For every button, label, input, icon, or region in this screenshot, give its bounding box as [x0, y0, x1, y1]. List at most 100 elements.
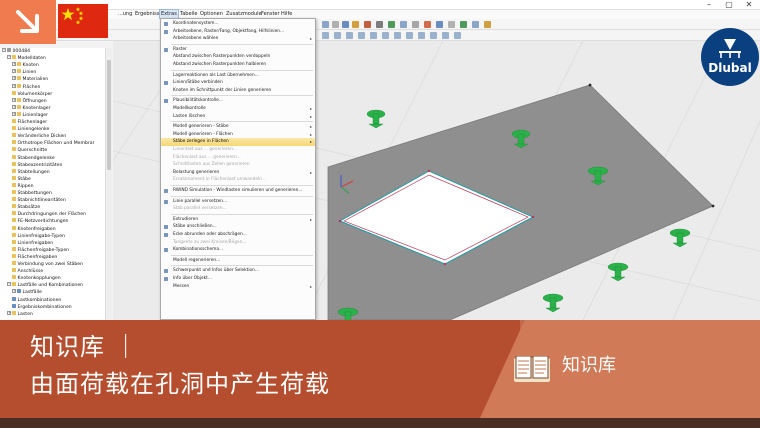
collapse-icon[interactable]: −: [2, 48, 6, 52]
navigator-tree-item[interactable]: − 000484: [2, 48, 30, 55]
minimize-icon[interactable]: –: [700, 0, 718, 10]
toolbar-support-icon[interactable]: [388, 21, 395, 28]
navigator-tree-item[interactable]: Stabsätze: [12, 204, 40, 211]
toolbar-member-icon[interactable]: [376, 21, 383, 28]
navigator-tree-item[interactable]: Verbindung von zwei Stäben: [12, 261, 83, 268]
toolbar-solid-icon[interactable]: [358, 32, 365, 39]
navigator-tree-item[interactable]: Orthotrope Flächen und Membrar: [12, 140, 94, 147]
toolbar-undo-icon[interactable]: [442, 32, 449, 39]
expand-icon[interactable]: +: [12, 104, 16, 109]
toolbar-mirror-icon[interactable]: [406, 32, 413, 39]
menu-item[interactable]: Messen ▸: [161, 283, 315, 291]
expand-icon[interactable]: +: [7, 310, 11, 315]
menu-item[interactable]: Abstand zwischen Rasterpunkten halbieren: [161, 61, 315, 69]
toolbar-view-icon[interactable]: [322, 21, 329, 28]
support-icon[interactable]: [607, 262, 629, 282]
toolbar-copy-icon[interactable]: [382, 32, 389, 39]
toolbar-render-icon[interactable]: [424, 21, 431, 28]
menu-ergebnisse[interactable]: Ergebnisse: [135, 10, 162, 19]
expand-icon[interactable]: +: [12, 76, 16, 81]
menu-item[interactable]: RWIND Simulation - Windlasten simulieren…: [161, 187, 315, 195]
navigator-tree-item[interactable]: Volumenkörper: [12, 90, 52, 98]
navigator-tree-item[interactable]: + Linienlager: [12, 111, 48, 119]
toolbar-filter-icon[interactable]: [436, 21, 443, 28]
navigator-tree-item[interactable]: − Modelldaten: [7, 55, 46, 62]
navigator-tree-item[interactable]: Veränderliche Dicken: [12, 133, 66, 140]
slab-node[interactable]: [338, 219, 342, 223]
expand-icon[interactable]: +: [12, 69, 16, 74]
slab-node[interactable]: [588, 83, 592, 87]
menu-item[interactable]: Arbeitsebene wählen ▸: [161, 35, 315, 43]
menu-item[interactable]: Kombinationsschema...: [161, 246, 315, 254]
expand-icon[interactable]: +: [12, 62, 16, 67]
maximize-icon[interactable]: ▢: [720, 0, 738, 10]
toolbar-check-icon[interactable]: [460, 21, 467, 28]
navigator-tree-item[interactable]: + Materialien: [12, 76, 48, 83]
toolbar-rotate-icon[interactable]: [400, 21, 407, 28]
slab-node[interactable]: [711, 204, 715, 208]
slab-node[interactable]: [443, 262, 447, 266]
navigator-tree-item[interactable]: Flächenfreigabe-Typen: [12, 246, 69, 254]
scrollbar-thumb[interactable]: [107, 60, 111, 170]
collapse-icon[interactable]: −: [7, 282, 11, 287]
navigator-tree-item[interactable]: Querschnitte: [12, 147, 47, 154]
support-icon[interactable]: [669, 228, 691, 248]
toolbar-opening-icon[interactable]: [370, 32, 377, 39]
navigator-tree-item[interactable]: Stabexzentrizitäten: [12, 161, 62, 169]
expand-icon[interactable]: +: [12, 289, 16, 294]
navigator-tree-item[interactable]: Knotenfreigaben: [12, 225, 56, 233]
navigator-tree-item[interactable]: Liniengelenke: [12, 126, 49, 133]
navigator-tree-item[interactable]: Knotenkopplungen: [12, 275, 61, 282]
navigator-tree-item[interactable]: + Lastfälle: [12, 289, 42, 296]
navigator-tree-item[interactable]: Stabbettungen: [12, 190, 52, 197]
navigator-tree-item[interactable]: + Knoten: [12, 62, 39, 69]
toolbar-select-icon[interactable]: [342, 21, 349, 28]
toolbar-move-icon[interactable]: [394, 32, 401, 39]
slab-node[interactable]: [427, 169, 431, 173]
navigator-tree-item[interactable]: − Lastfälle und Kombinationen: [7, 282, 83, 289]
navigator-tree-item[interactable]: Linienfreigabe-Typen: [12, 232, 65, 240]
back-arrow-button[interactable]: [0, 0, 56, 44]
support-icon[interactable]: [542, 293, 564, 313]
support-icon[interactable]: [366, 109, 386, 129]
menu-item[interactable]: Lasten löschen ▸: [161, 113, 315, 121]
navigator-tree-item[interactable]: Durchdringungen der Flächen: [12, 211, 86, 218]
navigator-tree-item[interactable]: Ergebniskombinationen: [12, 303, 72, 311]
navigator-tree-item[interactable]: Linienfreigaben: [12, 239, 53, 247]
toolbar-line-icon[interactable]: [334, 32, 341, 39]
navigator-tree-item[interactable]: + Flächen: [12, 83, 40, 91]
navigator-tree-item[interactable]: Lastkombinationen: [12, 296, 61, 304]
navigator-tree-item[interactable]: Stäbe: [12, 175, 31, 183]
navigator-tree-item[interactable]: + Lasten: [7, 310, 33, 318]
toolbar-result-icon[interactable]: [364, 21, 371, 28]
toolbar-scale-icon[interactable]: [418, 32, 425, 39]
toolbar-print-icon[interactable]: [484, 21, 491, 28]
expand-icon[interactable]: +: [12, 111, 16, 116]
toolbar-grid-icon[interactable]: [332, 21, 339, 28]
collapse-icon[interactable]: −: [7, 55, 11, 60]
toolbar-calc-icon[interactable]: [472, 21, 479, 28]
toolbar-load-icon[interactable]: [352, 21, 359, 28]
navigator-tree-item[interactable]: Stabnichtlinearitäten: [12, 197, 66, 204]
toolbar-measure-icon[interactable]: [448, 21, 455, 28]
menu-item[interactable]: ...ung: [118, 10, 132, 19]
toolbar-delete-icon[interactable]: [430, 32, 437, 39]
menu-item[interactable]: Knoten im Schnittpunkt der Linien generi…: [161, 87, 315, 95]
navigator-tree-item[interactable]: Flächenfreigaben: [12, 253, 57, 261]
navigator-tree-item[interactable]: + Öffnungen: [12, 97, 47, 105]
close-icon[interactable]: ✕: [740, 0, 758, 10]
navigator-tree-item[interactable]: Rippen: [12, 182, 34, 190]
menu-item[interactable]: Modell regenerieren...: [161, 257, 315, 265]
navigator-tree-item[interactable]: Stabendgelenke: [12, 154, 55, 162]
navigator-scrollbar[interactable]: [105, 48, 112, 320]
toolbar-node-icon[interactable]: [322, 32, 329, 39]
navigator-tree-item[interactable]: Anschlüsse: [12, 268, 43, 275]
toolbar-redo-icon[interactable]: [454, 32, 461, 39]
toolbar-surface-icon[interactable]: [346, 32, 353, 39]
navigator-tree-item[interactable]: + Linien: [12, 69, 36, 76]
slab-node[interactable]: [531, 215, 535, 219]
navigator-tree-item[interactable]: Flächenlager: [12, 119, 47, 126]
expand-icon[interactable]: +: [12, 97, 16, 102]
navigator-tree-item[interactable]: Stabteilungen: [12, 168, 50, 176]
navigator-tree-item[interactable]: FE-Netzverdichtungen: [12, 218, 68, 225]
